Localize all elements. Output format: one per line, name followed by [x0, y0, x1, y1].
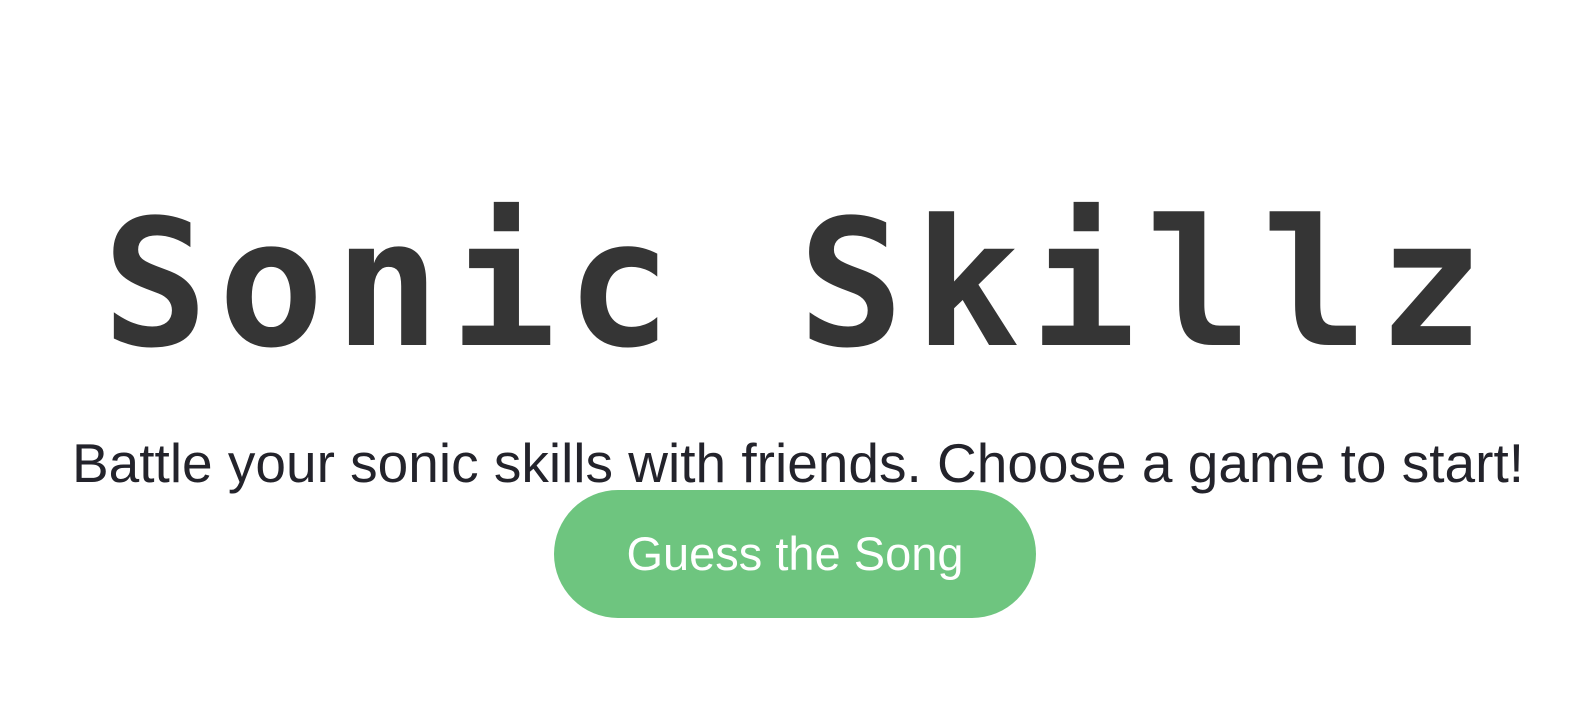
tagline: Battle your sonic skills with friends. C…	[71, 432, 1525, 494]
home-page: Sonic Skillz Battle your sonic skills wi…	[0, 0, 1596, 716]
page-title: Sonic Skillz	[102, 181, 1494, 387]
guess-the-song-button[interactable]: Guess the Song	[554, 490, 1036, 618]
